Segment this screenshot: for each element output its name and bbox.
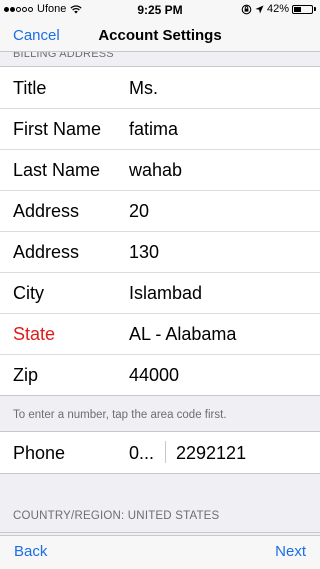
battery-percent: 42% xyxy=(266,3,289,15)
last-name-row[interactable]: Last Name wahab xyxy=(0,149,320,190)
address-line-1-label: Address xyxy=(13,201,80,221)
title-field[interactable]: Ms. xyxy=(129,78,158,99)
address-line-2-row[interactable]: Address 130 xyxy=(0,231,320,272)
battery-icon xyxy=(292,4,313,14)
phone-label: Phone xyxy=(13,443,66,463)
city-label: City xyxy=(13,283,44,303)
first-name-label: First Name xyxy=(13,119,102,139)
billing-section-header: BILLING ADDRESS xyxy=(13,52,114,60)
phone-hint-text: To enter a number, tap the area code fir… xyxy=(13,409,227,421)
orientation-lock-icon xyxy=(241,4,252,14)
city-row[interactable]: City Islambad xyxy=(0,272,320,313)
divider xyxy=(0,532,320,533)
zip-field[interactable]: 44000 xyxy=(129,365,179,386)
last-name-label: Last Name xyxy=(13,160,101,180)
status-bar: Ufone 9:25 PM 42% xyxy=(0,0,320,20)
last-name-field[interactable]: wahab xyxy=(129,160,182,181)
phone-area-code-field[interactable]: 0... xyxy=(129,443,154,464)
address-line-1-field[interactable]: 20 xyxy=(129,201,149,222)
title-row[interactable]: Title Ms. xyxy=(0,67,320,108)
state-label: State xyxy=(13,324,56,344)
bottom-toolbar: Back Next xyxy=(0,535,320,569)
zip-row[interactable]: Zip 44000 xyxy=(0,354,320,395)
city-field[interactable]: Islambad xyxy=(129,283,202,304)
phone-row[interactable]: Phone 0... 2292121 xyxy=(0,431,320,474)
phone-field-divider xyxy=(165,441,166,463)
page-title: Account Settings xyxy=(98,27,222,44)
state-row[interactable]: State AL - Alabama xyxy=(0,313,320,354)
zip-label: Zip xyxy=(13,365,39,385)
settings-form[interactable]: BILLING ADDRESS Title Ms. First Name fat… xyxy=(0,52,320,535)
phone-number-field[interactable]: 2292121 xyxy=(176,443,246,464)
next-button[interactable]: Next xyxy=(275,543,306,560)
billing-address-group: Title Ms. First Name fatima Last Name wa… xyxy=(0,66,320,396)
title-label: Title xyxy=(13,78,47,98)
status-right: 42% xyxy=(241,3,316,15)
address-line-2-label: Address xyxy=(13,242,80,262)
country-region-header: COUNTRY/REGION: UNITED STATES xyxy=(13,510,220,522)
state-picker[interactable]: AL - Alabama xyxy=(129,324,236,345)
first-name-row[interactable]: First Name fatima xyxy=(0,108,320,149)
address-line-1-row[interactable]: Address 20 xyxy=(0,190,320,231)
back-button[interactable]: Back xyxy=(14,543,47,560)
first-name-field[interactable]: fatima xyxy=(129,119,178,140)
location-arrow-icon xyxy=(255,5,264,13)
address-line-2-field[interactable]: 130 xyxy=(129,242,159,263)
navigation-bar: Cancel Account Settings xyxy=(0,20,320,52)
